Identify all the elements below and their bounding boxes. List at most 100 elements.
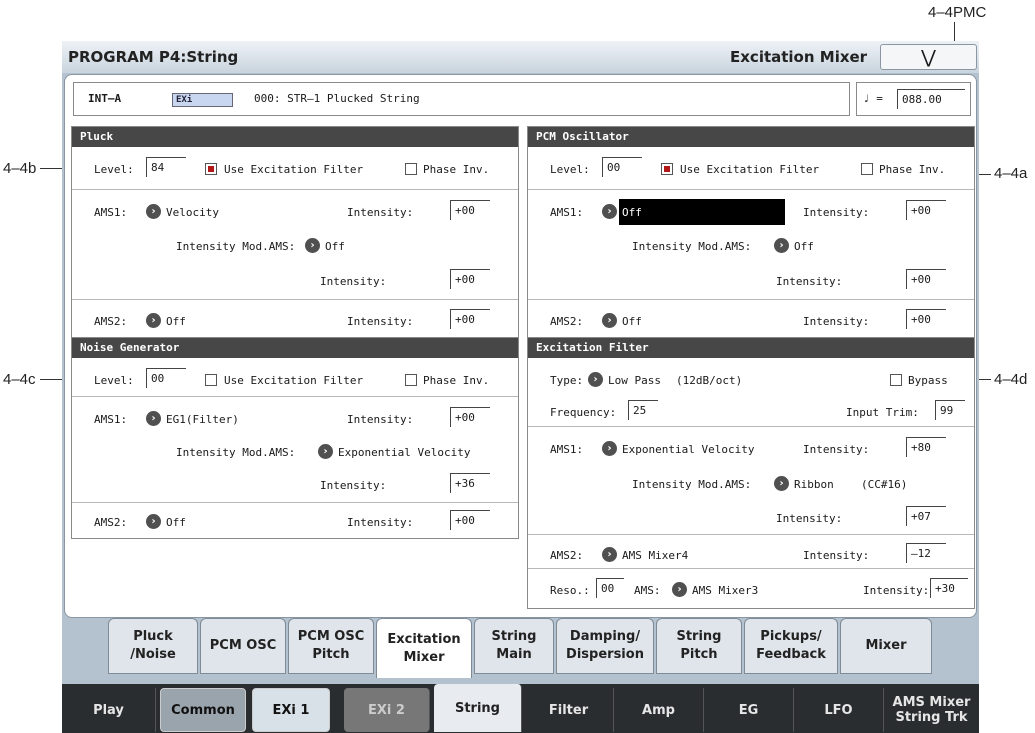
- page-group-row: Play Common EXi 1 EXi 2 String Filter Am…: [62, 684, 979, 733]
- pluck-use-filter-checkbox[interactable]: [205, 163, 217, 175]
- excfilter-reso-ams-label: AMS:: [634, 584, 661, 597]
- noise-ams2-intensity[interactable]: +00: [450, 510, 490, 530]
- noise-ams1-value[interactable]: EG1(Filter): [166, 413, 239, 426]
- noise-int-mod-intensity[interactable]: +36: [450, 473, 490, 493]
- pluck-use-filter-label: Use Excitation Filter: [224, 163, 364, 176]
- pcm-use-filter-label: Use Excitation Filter: [680, 163, 820, 176]
- pcm-level-value[interactable]: 00: [602, 157, 642, 177]
- pluck-int-mod-value[interactable]: Off: [325, 240, 345, 253]
- pcm-ams1-selected-field[interactable]: [619, 199, 785, 225]
- tab-pluck-noise[interactable]: Pluck/Noise: [108, 618, 198, 674]
- separator: [528, 534, 974, 535]
- noise-phase-inv-checkbox[interactable]: [405, 374, 417, 386]
- excfilter-reso-ams-value[interactable]: AMS Mixer3: [692, 584, 758, 597]
- excfilter-reso-value[interactable]: 00: [596, 578, 624, 598]
- page-menu-button[interactable]: ⋁: [880, 44, 977, 70]
- noise-int-mod-value[interactable]: Exponential Velocity: [338, 446, 470, 459]
- excfilter-ams2-intensity-label: Intensity:: [803, 549, 870, 562]
- excfilter-ams1-intensity[interactable]: +80: [906, 437, 946, 457]
- chevron-down-icon: ⋁: [921, 46, 936, 68]
- excfilter-ams2-intensity[interactable]: –12: [906, 543, 946, 563]
- pluck-int-mod-popup-icon[interactable]: ›: [305, 238, 320, 253]
- pluck-ams2-value[interactable]: Off: [166, 315, 186, 328]
- excfilter-int-mod-intensity[interactable]: +07: [906, 506, 946, 526]
- excfilter-reso-ams-popup-icon[interactable]: ›: [672, 582, 687, 597]
- page-filter[interactable]: Filter: [524, 688, 614, 732]
- page-lfo[interactable]: LFO: [794, 688, 884, 732]
- pcm-ams1-intensity-label: Intensity:: [803, 206, 870, 219]
- page-eg[interactable]: EG: [704, 688, 794, 732]
- pcm-ams2-intensity[interactable]: +00: [906, 309, 946, 329]
- pluck-ams2-intensity-label: Intensity:: [347, 315, 414, 328]
- excfilter-int-mod-label: Intensity Mod.AMS:: [632, 478, 752, 491]
- tempo-value[interactable]: 088.00: [897, 89, 965, 109]
- pluck-int-mod-intensity[interactable]: +00: [450, 269, 490, 289]
- noise-use-filter-checkbox[interactable]: [205, 374, 217, 386]
- noise-ams2-value[interactable]: Off: [166, 516, 186, 529]
- noise-level-label: Level:: [94, 374, 134, 387]
- pluck-ams1-value[interactable]: Velocity: [166, 206, 219, 219]
- pcm-ams2-popup-icon[interactable]: ›: [602, 313, 617, 328]
- pcm-phase-inv-checkbox[interactable]: [861, 163, 873, 175]
- excfilter-ams1-value[interactable]: Exponential Velocity: [622, 443, 754, 456]
- pcm-ams2-label: AMS2:: [550, 315, 584, 328]
- page-exi1[interactable]: EXi 1: [252, 688, 330, 732]
- excfilter-ams2-value[interactable]: AMS Mixer4: [622, 549, 688, 562]
- page-amp[interactable]: Amp: [614, 688, 704, 732]
- pcm-int-mod-intensity[interactable]: +00: [906, 269, 946, 289]
- callout-4-4c: 4–4c: [3, 371, 36, 388]
- tab-pickups-feedback[interactable]: Pickups/Feedback: [744, 618, 838, 674]
- pcm-header: PCM Oscillator: [528, 127, 974, 147]
- pluck-ams2-intensity[interactable]: +00: [450, 309, 490, 329]
- noise-ams1-intensity[interactable]: +00: [450, 407, 490, 427]
- excfilter-ams1-label: AMS1:: [550, 443, 584, 456]
- tab-mixer[interactable]: Mixer: [840, 618, 932, 674]
- page-title: Excitation Mixer: [730, 48, 868, 66]
- pluck-ams2-popup-icon[interactable]: ›: [146, 313, 161, 328]
- page-common[interactable]: Common: [160, 688, 246, 732]
- tab-pcm-osc-pitch[interactable]: PCM OSC Pitch: [288, 618, 374, 674]
- tab-string-main[interactable]: String Main: [474, 618, 554, 674]
- separator: [528, 568, 974, 569]
- excfilter-int-mod-value[interactable]: Ribbon: [794, 478, 834, 491]
- noise-level-value[interactable]: 00: [146, 368, 186, 388]
- pluck-ams1-intensity[interactable]: +00: [450, 200, 490, 220]
- page-string[interactable]: String: [434, 684, 522, 732]
- pluck-level-value[interactable]: 84: [146, 157, 186, 177]
- program-name[interactable]: 000: STR–1 Plucked String: [254, 92, 420, 105]
- tab-damping-dispersion[interactable]: Damping/Dispersion: [556, 618, 654, 674]
- pcm-ams2-value[interactable]: Off: [622, 315, 642, 328]
- tab-string-pitch[interactable]: String Pitch: [656, 618, 742, 674]
- separator: [528, 189, 974, 190]
- noise-ams1-intensity-label: Intensity:: [347, 413, 414, 426]
- page-ams-mixer-string-trk[interactable]: AMS Mixer String Trk: [884, 688, 979, 732]
- noise-ams1-popup-icon[interactable]: ›: [146, 411, 161, 426]
- pluck-ams1-popup-icon[interactable]: ›: [146, 204, 161, 219]
- excfilter-type-popup-icon[interactable]: ›: [588, 372, 603, 387]
- pcm-use-filter-checkbox[interactable]: [661, 163, 673, 175]
- pluck-panel: Pluck Level: 84 Use Excitation Filter Ph…: [71, 126, 519, 354]
- excfilter-reso-intensity[interactable]: +30: [930, 578, 968, 598]
- callout-4-4b: 4–4b: [3, 160, 37, 177]
- pluck-phase-inv-checkbox[interactable]: [405, 163, 417, 175]
- noise-ams2-popup-icon[interactable]: ›: [146, 514, 161, 529]
- excfilter-frequency-value[interactable]: 25: [628, 400, 658, 420]
- tab-pcm-osc[interactable]: PCM OSC: [200, 618, 286, 674]
- pcm-int-mod-value[interactable]: Off: [794, 240, 814, 253]
- excfilter-type-value[interactable]: Low Pass: [608, 374, 661, 387]
- excfilter-ams1-popup-icon[interactable]: ›: [602, 441, 617, 456]
- excfilter-input-trim-label: Input Trim:: [846, 406, 919, 419]
- page-play[interactable]: Play: [62, 688, 156, 732]
- excfilter-int-mod-intensity-label: Intensity:: [776, 512, 843, 525]
- excfilter-ams2-popup-icon[interactable]: ›: [602, 547, 617, 562]
- pcm-ams2-intensity-label: Intensity:: [803, 315, 870, 328]
- pcm-ams1-intensity[interactable]: +00: [906, 200, 946, 220]
- pcm-ams1-value[interactable]: Off: [622, 206, 642, 219]
- tab-excitation-mixer[interactable]: Excitation Mixer: [376, 618, 472, 678]
- noise-int-mod-popup-icon[interactable]: ›: [318, 444, 333, 459]
- pcm-int-mod-popup-icon[interactable]: ›: [774, 238, 789, 253]
- excfilter-int-mod-popup-icon[interactable]: ›: [774, 476, 789, 491]
- excfilter-bypass-checkbox[interactable]: [890, 374, 902, 386]
- excfilter-input-trim-value[interactable]: 99: [935, 400, 965, 420]
- pcm-ams1-popup-icon[interactable]: ›: [602, 204, 617, 219]
